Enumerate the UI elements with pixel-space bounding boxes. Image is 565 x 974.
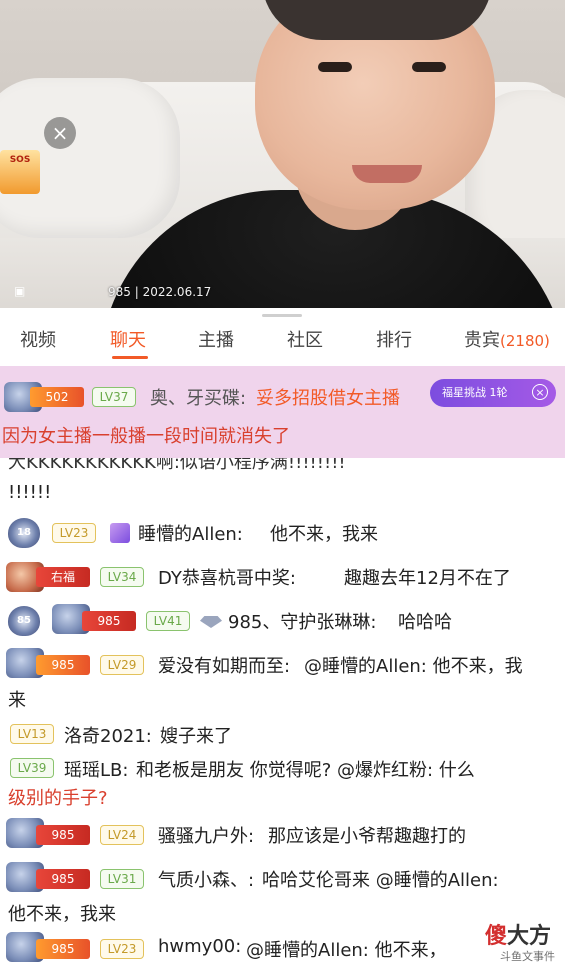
chat-message: 嫂子来了 xyxy=(160,726,232,747)
chat-message-continued: !!!!!! xyxy=(8,482,52,503)
streamer-figure xyxy=(412,62,446,72)
chat-username[interactable]: 奥、牙买碟: xyxy=(150,384,246,410)
chat-row: 985 LV31 气质小森、: 哈哈艾伦哥来 @睡懵的Allen: xyxy=(0,862,565,896)
chat-message: 和老板是朋友 你觉得呢? @爆炸红粉: 什么 xyxy=(136,760,475,781)
fan-badge: 985 xyxy=(36,869,90,889)
chat-message-partial: 大KKKKKKKKKKK啊:似语小程序满!!!!!!!! xyxy=(8,458,346,473)
tab-chat[interactable]: 聊天 xyxy=(110,326,146,352)
chat-message: 妥多招股借女主播 xyxy=(256,388,400,409)
chat-message: @睡懵的Allen: 他不来， xyxy=(246,940,447,961)
chat-message: 哈哈哈 xyxy=(398,612,452,633)
chat-username[interactable]: 爱没有如期而至: xyxy=(158,652,290,678)
chat-username[interactable]: 睡懵的Allen: xyxy=(138,520,243,546)
chat-row: 85 985 LV41 985、守护张琳琳: 哈哈哈 xyxy=(0,604,565,638)
chat-username[interactable]: 985、守护张琳琳: xyxy=(228,608,376,634)
chat-message: @睡懵的Allen: 他不来，我 xyxy=(304,656,523,677)
promo-label: 福星挑战 1轮 xyxy=(442,386,508,399)
chat-row: LV13 洛奇2021: 嫂子来了 xyxy=(0,718,565,752)
active-tab-indicator xyxy=(112,356,148,359)
close-icon[interactable]: × xyxy=(532,384,548,400)
streamer-figure xyxy=(262,0,492,40)
fan-badge: 985 xyxy=(36,939,90,959)
level-badge: LV37 xyxy=(92,387,136,407)
chat-message: 趣趣去年12月不在了 xyxy=(344,568,511,589)
chat-message-continued: 因为女主播一般播一段时间就消失了 xyxy=(2,426,290,447)
fan-badge: 502 xyxy=(30,387,84,407)
rank-shield-icon: 85 xyxy=(8,606,40,636)
level-badge: LV29 xyxy=(100,655,144,675)
streamer-figure xyxy=(318,62,352,72)
chat-row: LV39 瑶瑶LB: 和老板是朋友 你觉得呢? @爆炸红粉: 什么 xyxy=(0,752,565,786)
chat-list[interactable]: 大KKKKKKKKKKK啊:似语小程序满!!!!!!!! !!!!!! 18 L… xyxy=(0,458,565,974)
watermark-logo: 傻大方 xyxy=(484,924,551,949)
level-badge: LV13 xyxy=(10,724,54,744)
video-caption: 985 | 2022.06.17 xyxy=(108,285,212,299)
chat-message-continued: 他不来，我来 xyxy=(8,904,116,925)
chat-row: 18 LV23 睡懵的Allen: 他不来，我来 xyxy=(0,516,565,550)
level-badge: LV23 xyxy=(100,939,144,959)
fan-badge: 985 xyxy=(36,655,90,675)
level-badge: LV41 xyxy=(146,611,190,631)
gift-badge[interactable]: SOS xyxy=(0,150,40,194)
chat-message: 那应该是小爷帮趣趣打的 xyxy=(268,826,466,847)
level-badge: LV31 xyxy=(100,869,144,889)
drag-handle[interactable] xyxy=(262,314,302,317)
promo-button[interactable]: 福星挑战 1轮 × xyxy=(430,379,556,407)
chat-username[interactable]: hwmy00: xyxy=(158,936,241,957)
tab-host[interactable]: 主播 xyxy=(198,326,234,352)
tab-ranking[interactable]: 排行 xyxy=(376,326,412,352)
rank-shield-icon: 18 xyxy=(8,518,40,548)
streamer-figure xyxy=(352,165,422,183)
chat-message: 哈哈艾伦哥来 @睡懵的Allen: xyxy=(262,870,499,891)
tab-video[interactable]: 视频 xyxy=(20,326,56,352)
diamond-icon xyxy=(200,616,222,628)
chat-row: 985 LV23 hwmy00: @睡懵的Allen: 他不来， xyxy=(0,932,565,966)
level-badge: LV39 xyxy=(10,758,54,778)
level-badge: LV24 xyxy=(100,825,144,845)
fan-badge: 985 xyxy=(82,611,136,631)
chat-username[interactable]: 气质小森、: xyxy=(158,866,254,892)
chat-message-continued: 级别的手子? xyxy=(8,788,108,809)
chat-row: 985 LV29 爱没有如期而至: @睡懵的Allen: 他不来，我 xyxy=(0,648,565,682)
chat-message-continued: 来 xyxy=(8,690,26,711)
chat-username[interactable]: 洛奇2021: xyxy=(64,722,152,748)
video-player[interactable]: × SOS ▣ 985 | 2022.06.17 xyxy=(0,0,565,308)
vip-count: (2180) xyxy=(500,332,550,350)
tab-vip-label: 贵宾 xyxy=(464,330,500,351)
close-icon[interactable]: × xyxy=(44,117,76,149)
tab-bar: 视频 聊天 主播 社区 排行 贵宾(2180) xyxy=(0,308,565,367)
chat-row: 985 LV24 骚骚九户外: 那应该是小爷帮趣趣打的 xyxy=(0,818,565,852)
chat-username[interactable]: 骚骚九户外: xyxy=(158,822,254,848)
level-badge: LV34 xyxy=(100,567,144,587)
chat-username[interactable]: DY恭喜杭哥中奖: xyxy=(158,564,296,590)
gem-icon xyxy=(110,523,130,543)
chat-username[interactable]: 瑶瑶LB: xyxy=(64,756,128,782)
fan-badge: 985 xyxy=(36,825,90,845)
chat-row: 右福 LV34 DY恭喜杭哥中奖: 趣趣去年12月不在了 xyxy=(0,560,565,594)
chat-message: 他不来，我来 xyxy=(270,524,378,545)
tab-vip[interactable]: 贵宾(2180) xyxy=(464,326,550,352)
tv-icon: ▣ xyxy=(14,284,26,298)
level-badge: LV23 xyxy=(52,523,96,543)
watermark-subtext: 斗鱼文事件 xyxy=(500,950,555,963)
fan-badge: 右福 xyxy=(36,567,90,587)
tab-community[interactable]: 社区 xyxy=(287,326,323,352)
